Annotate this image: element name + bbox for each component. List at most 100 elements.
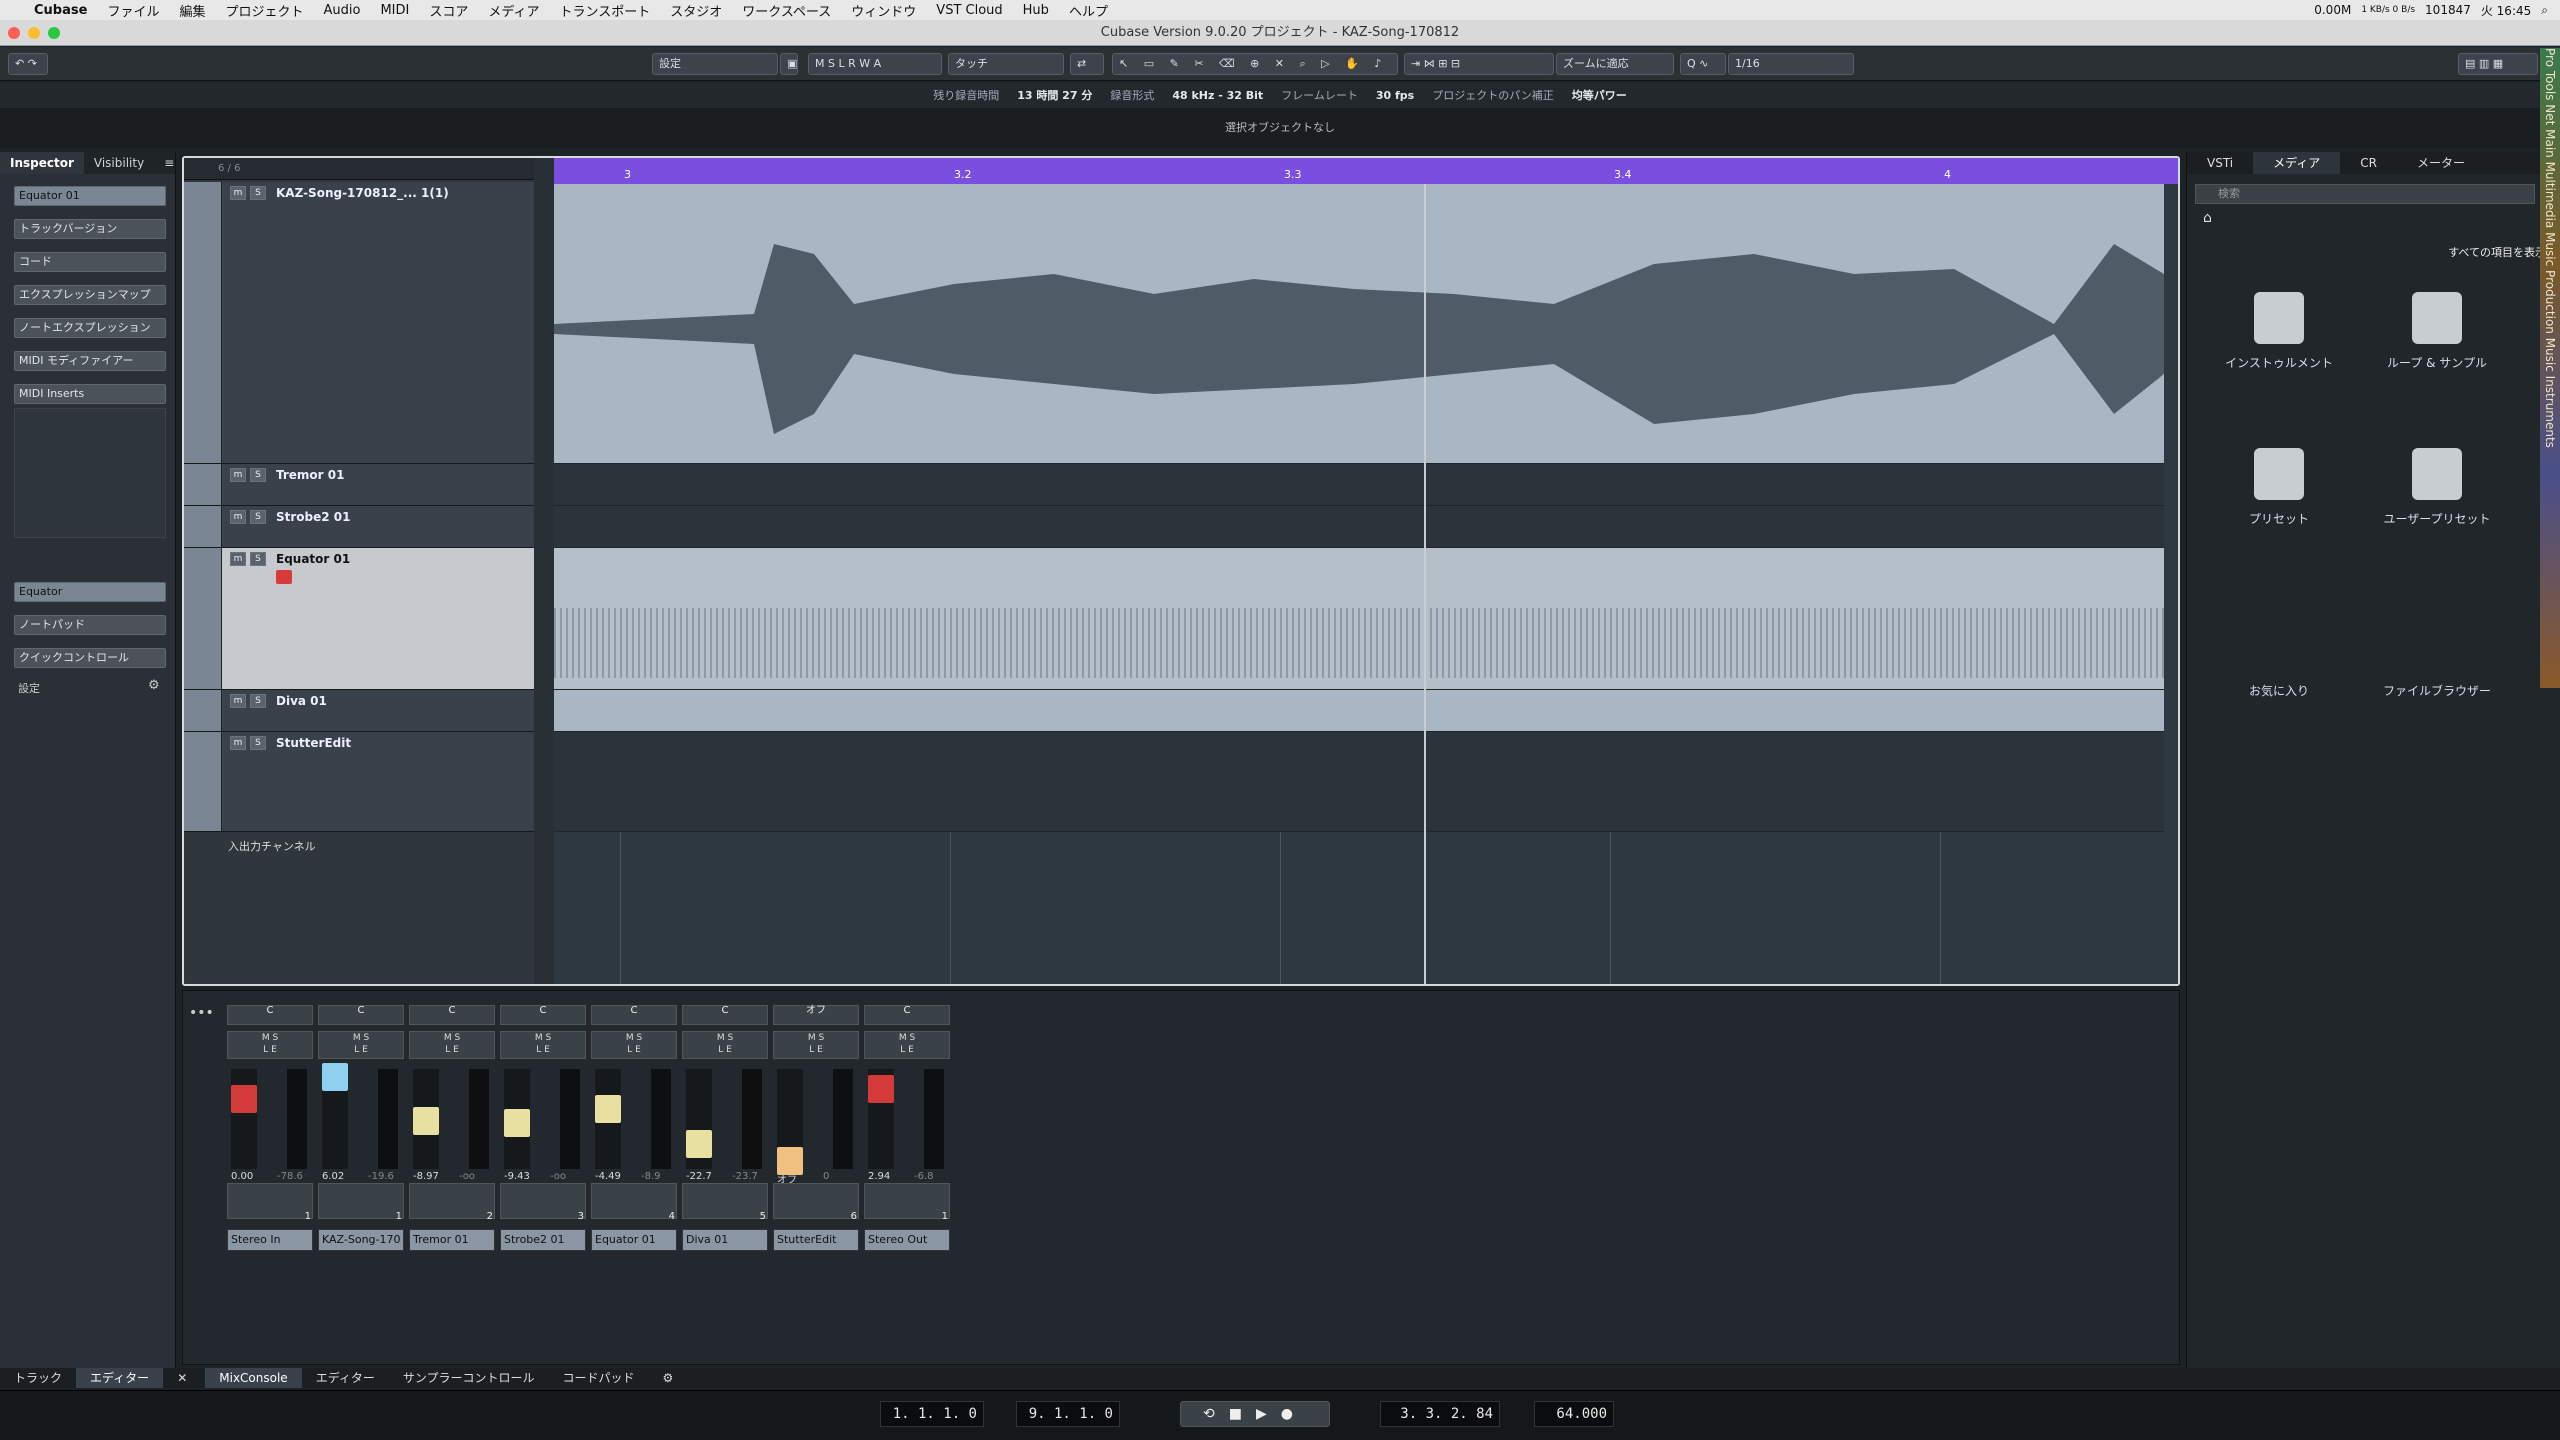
midi-event-equator[interactable] (554, 548, 2164, 690)
channel-strip[interactable]: C M SL E -8.97 -oo 2 Tremor 01 (409, 1005, 495, 1345)
tab-sampler-control[interactable]: サンプラーコントロール (389, 1368, 549, 1388)
mute-button[interactable]: m (230, 186, 246, 200)
channel-name[interactable]: KAZ-Song-170 (318, 1229, 404, 1251)
menu-studio[interactable]: スタジオ (670, 1, 722, 20)
pan-control[interactable]: C (591, 1005, 677, 1025)
peak-value[interactable]: -oo (459, 1171, 475, 1182)
read-write-buttons[interactable] (227, 1183, 313, 1219)
settings-icon[interactable]: ⚙ (649, 1368, 688, 1388)
show-all-link[interactable]: すべての項目を表示 (2448, 244, 2546, 260)
lock-icon[interactable]: ▣ (780, 53, 798, 75)
automation-mode-select[interactable]: タッチ (948, 53, 1064, 75)
fader-cap[interactable] (686, 1130, 712, 1158)
tab-editor-left[interactable]: エディター (76, 1368, 164, 1388)
mute-solo-buttons[interactable]: M SL E (864, 1031, 950, 1059)
track-name[interactable]: Equator 01 (276, 552, 350, 566)
inspector-midi-inserts[interactable]: MIDI Inserts (14, 384, 166, 404)
inspector-expression-map[interactable]: エクスプレッションマップ (14, 285, 166, 305)
tab-chord-pads[interactable]: コードパッド (549, 1368, 649, 1388)
zoom-window-button[interactable] (48, 27, 60, 39)
volume-value[interactable]: 2.94 (868, 1171, 890, 1182)
inspector-instrument[interactable]: Equator (14, 582, 166, 602)
tab-media[interactable]: メディア (2253, 152, 2341, 174)
track-diva[interactable]: m S Diva 01 (184, 690, 534, 732)
channel-name[interactable]: Tremor 01 (409, 1229, 495, 1251)
menu-hub[interactable]: Hub (1023, 3, 1049, 18)
volume-value[interactable]: -8.97 (413, 1171, 439, 1182)
peak-value[interactable]: 0 (823, 1171, 829, 1182)
fader-cap[interactable] (595, 1095, 621, 1123)
channel-strip[interactable]: オフ M SL E オフ 0 6 StutterEdit (773, 1005, 859, 1345)
tab-editor[interactable]: エディター (302, 1368, 389, 1388)
read-write-buttons[interactable] (682, 1183, 768, 1219)
channel-name[interactable]: StutterEdit (773, 1229, 859, 1251)
mute-solo-buttons[interactable]: M SL E (773, 1031, 859, 1059)
track-name[interactable]: Tremor 01 (276, 468, 344, 482)
fader-cap[interactable] (413, 1107, 439, 1135)
lane-stutteredit[interactable] (554, 732, 2164, 832)
media-loops[interactable]: ループ & サンプル (2367, 292, 2507, 371)
read-write-buttons[interactable] (864, 1183, 950, 1219)
channel-name[interactable]: Equator 01 (591, 1229, 677, 1251)
mute-solo-buttons[interactable]: M SL E (227, 1031, 313, 1059)
window-layout-buttons[interactable]: ▤ ▥ ▦ (2458, 53, 2538, 75)
volume-value[interactable]: -4.49 (595, 1171, 621, 1182)
peak-value[interactable]: -19.6 (368, 1171, 394, 1182)
channel-strip[interactable]: C M SL E -4.49 -8.9 4 Equator 01 (591, 1005, 677, 1345)
tempo-display[interactable]: 64.000 (1534, 1401, 1614, 1427)
tab-cr[interactable]: CR (2340, 152, 2397, 174)
track-stutteredit[interactable]: m S StutterEdit (184, 732, 534, 832)
media-presets[interactable]: プリセット (2209, 448, 2349, 527)
record-enable-button[interactable] (276, 570, 292, 584)
volume-fader[interactable] (231, 1069, 257, 1169)
lane-strobe2[interactable] (554, 506, 2164, 548)
volume-value[interactable]: 0.00 (231, 1171, 253, 1182)
undo-redo-button[interactable]: ↶ ↷ (8, 53, 48, 75)
menu-app[interactable]: Cubase (34, 3, 87, 18)
inspector-track-versions[interactable]: トラックバージョン (14, 219, 166, 239)
read-write-buttons[interactable] (500, 1183, 586, 1219)
framerate-value[interactable]: 30 fps (1376, 89, 1414, 102)
track-name[interactable]: Strobe2 01 (276, 510, 351, 524)
read-write-buttons[interactable] (773, 1183, 859, 1219)
tab-tracks[interactable]: トラック (0, 1368, 76, 1388)
menu-icon[interactable]: ≡ (154, 152, 184, 174)
media-favorites[interactable]: お気に入り (2209, 682, 2349, 699)
track-name[interactable]: KAZ-Song-170812_... 1(1) (276, 186, 449, 200)
midi-insert-slots[interactable] (14, 408, 166, 538)
quantize-select[interactable]: 1/16 (1728, 53, 1854, 75)
preset-select[interactable]: 設定 (652, 53, 778, 75)
tab-inspector[interactable]: Inspector (0, 152, 84, 174)
menu-help[interactable]: ヘルプ (1069, 1, 1108, 20)
menu-file[interactable]: ファイル (107, 1, 159, 20)
track-state-buttons[interactable]: M S L R W A (808, 53, 942, 75)
fader-cap[interactable] (504, 1109, 530, 1137)
solo-button[interactable]: S (250, 510, 266, 524)
fader-cap[interactable] (868, 1075, 894, 1103)
track-equator[interactable]: m S Equator 01 (184, 548, 534, 690)
channel-name[interactable]: Diva 01 (682, 1229, 768, 1251)
pan-control[interactable]: C (318, 1005, 404, 1025)
mute-solo-buttons[interactable]: M SL E (591, 1031, 677, 1059)
volume-value[interactable]: 6.02 (322, 1171, 344, 1182)
pan-control[interactable]: C (682, 1005, 768, 1025)
menu-transport[interactable]: トランスポート (559, 1, 650, 20)
solo-button[interactable]: S (250, 552, 266, 566)
track-tremor[interactable]: m S Tremor 01 (184, 464, 534, 506)
menu-workspace[interactable]: ワークスペース (742, 1, 831, 20)
tab-meter[interactable]: メーター (2397, 152, 2485, 174)
left-locator[interactable]: 1. 1. 1. 0 (880, 1401, 984, 1427)
read-write-buttons[interactable] (591, 1183, 677, 1219)
read-write-buttons[interactable] (409, 1183, 495, 1219)
solo-button[interactable]: S (250, 468, 266, 482)
media-search-input[interactable]: 検索 (2195, 184, 2535, 204)
pan-control[interactable]: C (500, 1005, 586, 1025)
peak-value[interactable]: -oo (550, 1171, 566, 1182)
zoom-mode-select[interactable]: ズームに適応 (1556, 53, 1674, 75)
track-name[interactable]: Diva 01 (276, 694, 327, 708)
mute-solo-buttons[interactable]: M SL E (500, 1031, 586, 1059)
channel-strip[interactable]: C M SL E -22.7 -23.7 5 Diva 01 (682, 1005, 768, 1345)
clock[interactable]: 火 16:45 (2481, 2, 2531, 19)
track-strobe2[interactable]: m S Strobe2 01 (184, 506, 534, 548)
volume-value[interactable]: -22.7 (686, 1171, 712, 1182)
